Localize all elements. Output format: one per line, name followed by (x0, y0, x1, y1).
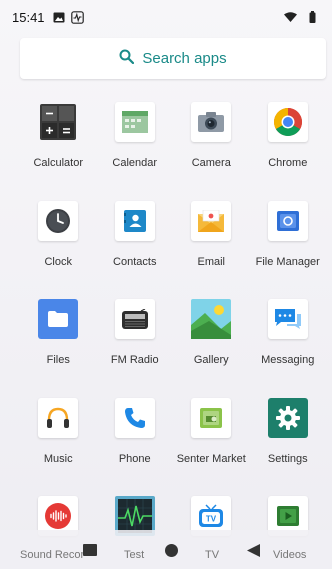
clock-icon (38, 200, 79, 241)
settings-icon (267, 397, 308, 438)
app-files[interactable]: Files (20, 295, 97, 394)
app-gallery[interactable]: Gallery (173, 295, 250, 394)
app-email[interactable]: Email (173, 197, 250, 296)
app-label: Settings (267, 452, 308, 465)
app-label-test: Test (124, 549, 145, 561)
recents-button[interactable] (83, 544, 97, 556)
status-bar: 15:41 (0, 0, 332, 34)
phone-icon (114, 397, 155, 438)
email-icon (191, 200, 232, 241)
app-label: Gallery (193, 354, 229, 366)
search-apps-bar[interactable]: Search apps (20, 38, 326, 79)
app-calculator[interactable]: Calculator (20, 98, 97, 197)
app-senter-market[interactable]: Senter Market (173, 394, 250, 493)
app-file-manager[interactable]: File Manager (250, 197, 327, 296)
app-label: Contacts (113, 255, 157, 268)
home-button[interactable] (165, 544, 178, 557)
app-music[interactable]: Music (20, 394, 97, 493)
app-fm-radio[interactable]: FM Radio (97, 295, 174, 394)
calendar-icon (114, 102, 155, 142)
contacts-icon (114, 200, 155, 241)
activity-notification-icon (70, 10, 84, 24)
app-camera[interactable]: Camera (173, 98, 250, 197)
app-label: Senter Market (176, 452, 246, 465)
status-time: 15:41 (12, 9, 45, 25)
fm-radio-icon (114, 299, 155, 339)
app-label: FM Radio (110, 354, 159, 366)
app-label: Music (43, 452, 73, 465)
music-icon (38, 397, 79, 438)
app-messaging[interactable]: Messaging (250, 295, 327, 394)
app-label-videos: Videos (273, 549, 307, 561)
app-label: Files (46, 354, 70, 366)
app-settings[interactable]: Settings (250, 394, 327, 493)
app-label: Calculator (33, 157, 84, 169)
app-chrome[interactable]: Chrome (250, 98, 327, 197)
app-drawer-screen: 15:41 Search apps Calculator Calendar Ca… (0, 0, 332, 569)
app-contacts[interactable]: Contacts (97, 197, 174, 296)
senter-market-icon (191, 397, 232, 438)
svg-text:TV: TV (206, 515, 217, 524)
messaging-icon (267, 299, 308, 339)
back-button[interactable] (247, 544, 260, 557)
app-label: Camera (191, 157, 231, 169)
app-label: Messaging (261, 354, 315, 366)
app-label-tv: TV (205, 549, 220, 561)
app-calendar[interactable]: Calendar (97, 98, 174, 197)
app-label-sound-recorder: Sound Recor (20, 549, 85, 561)
camera-icon (191, 102, 232, 142)
files-icon (38, 299, 79, 339)
app-label: Phone (118, 452, 151, 465)
chrome-icon (267, 102, 308, 142)
file-manager-icon (267, 200, 308, 241)
app-label: Calendar (112, 157, 158, 169)
search-icon (119, 49, 135, 69)
app-label: Chrome (268, 157, 308, 169)
navigation-bar: Sound Recor Test TV Videos (0, 530, 332, 569)
app-clock[interactable]: Clock (20, 197, 97, 296)
calculator-icon (38, 102, 78, 142)
app-label: File Manager (255, 255, 320, 268)
app-grid: Calculator Calendar Camera Chrome Clock (20, 98, 326, 569)
gallery-icon (191, 299, 232, 339)
app-phone[interactable]: Phone (97, 394, 174, 493)
wifi-icon (284, 12, 297, 22)
search-apps-label: Search apps (142, 50, 227, 67)
image-notification-icon (53, 12, 65, 23)
battery-icon (309, 11, 316, 23)
app-label: Email (197, 255, 225, 268)
app-label: Clock (44, 255, 72, 268)
